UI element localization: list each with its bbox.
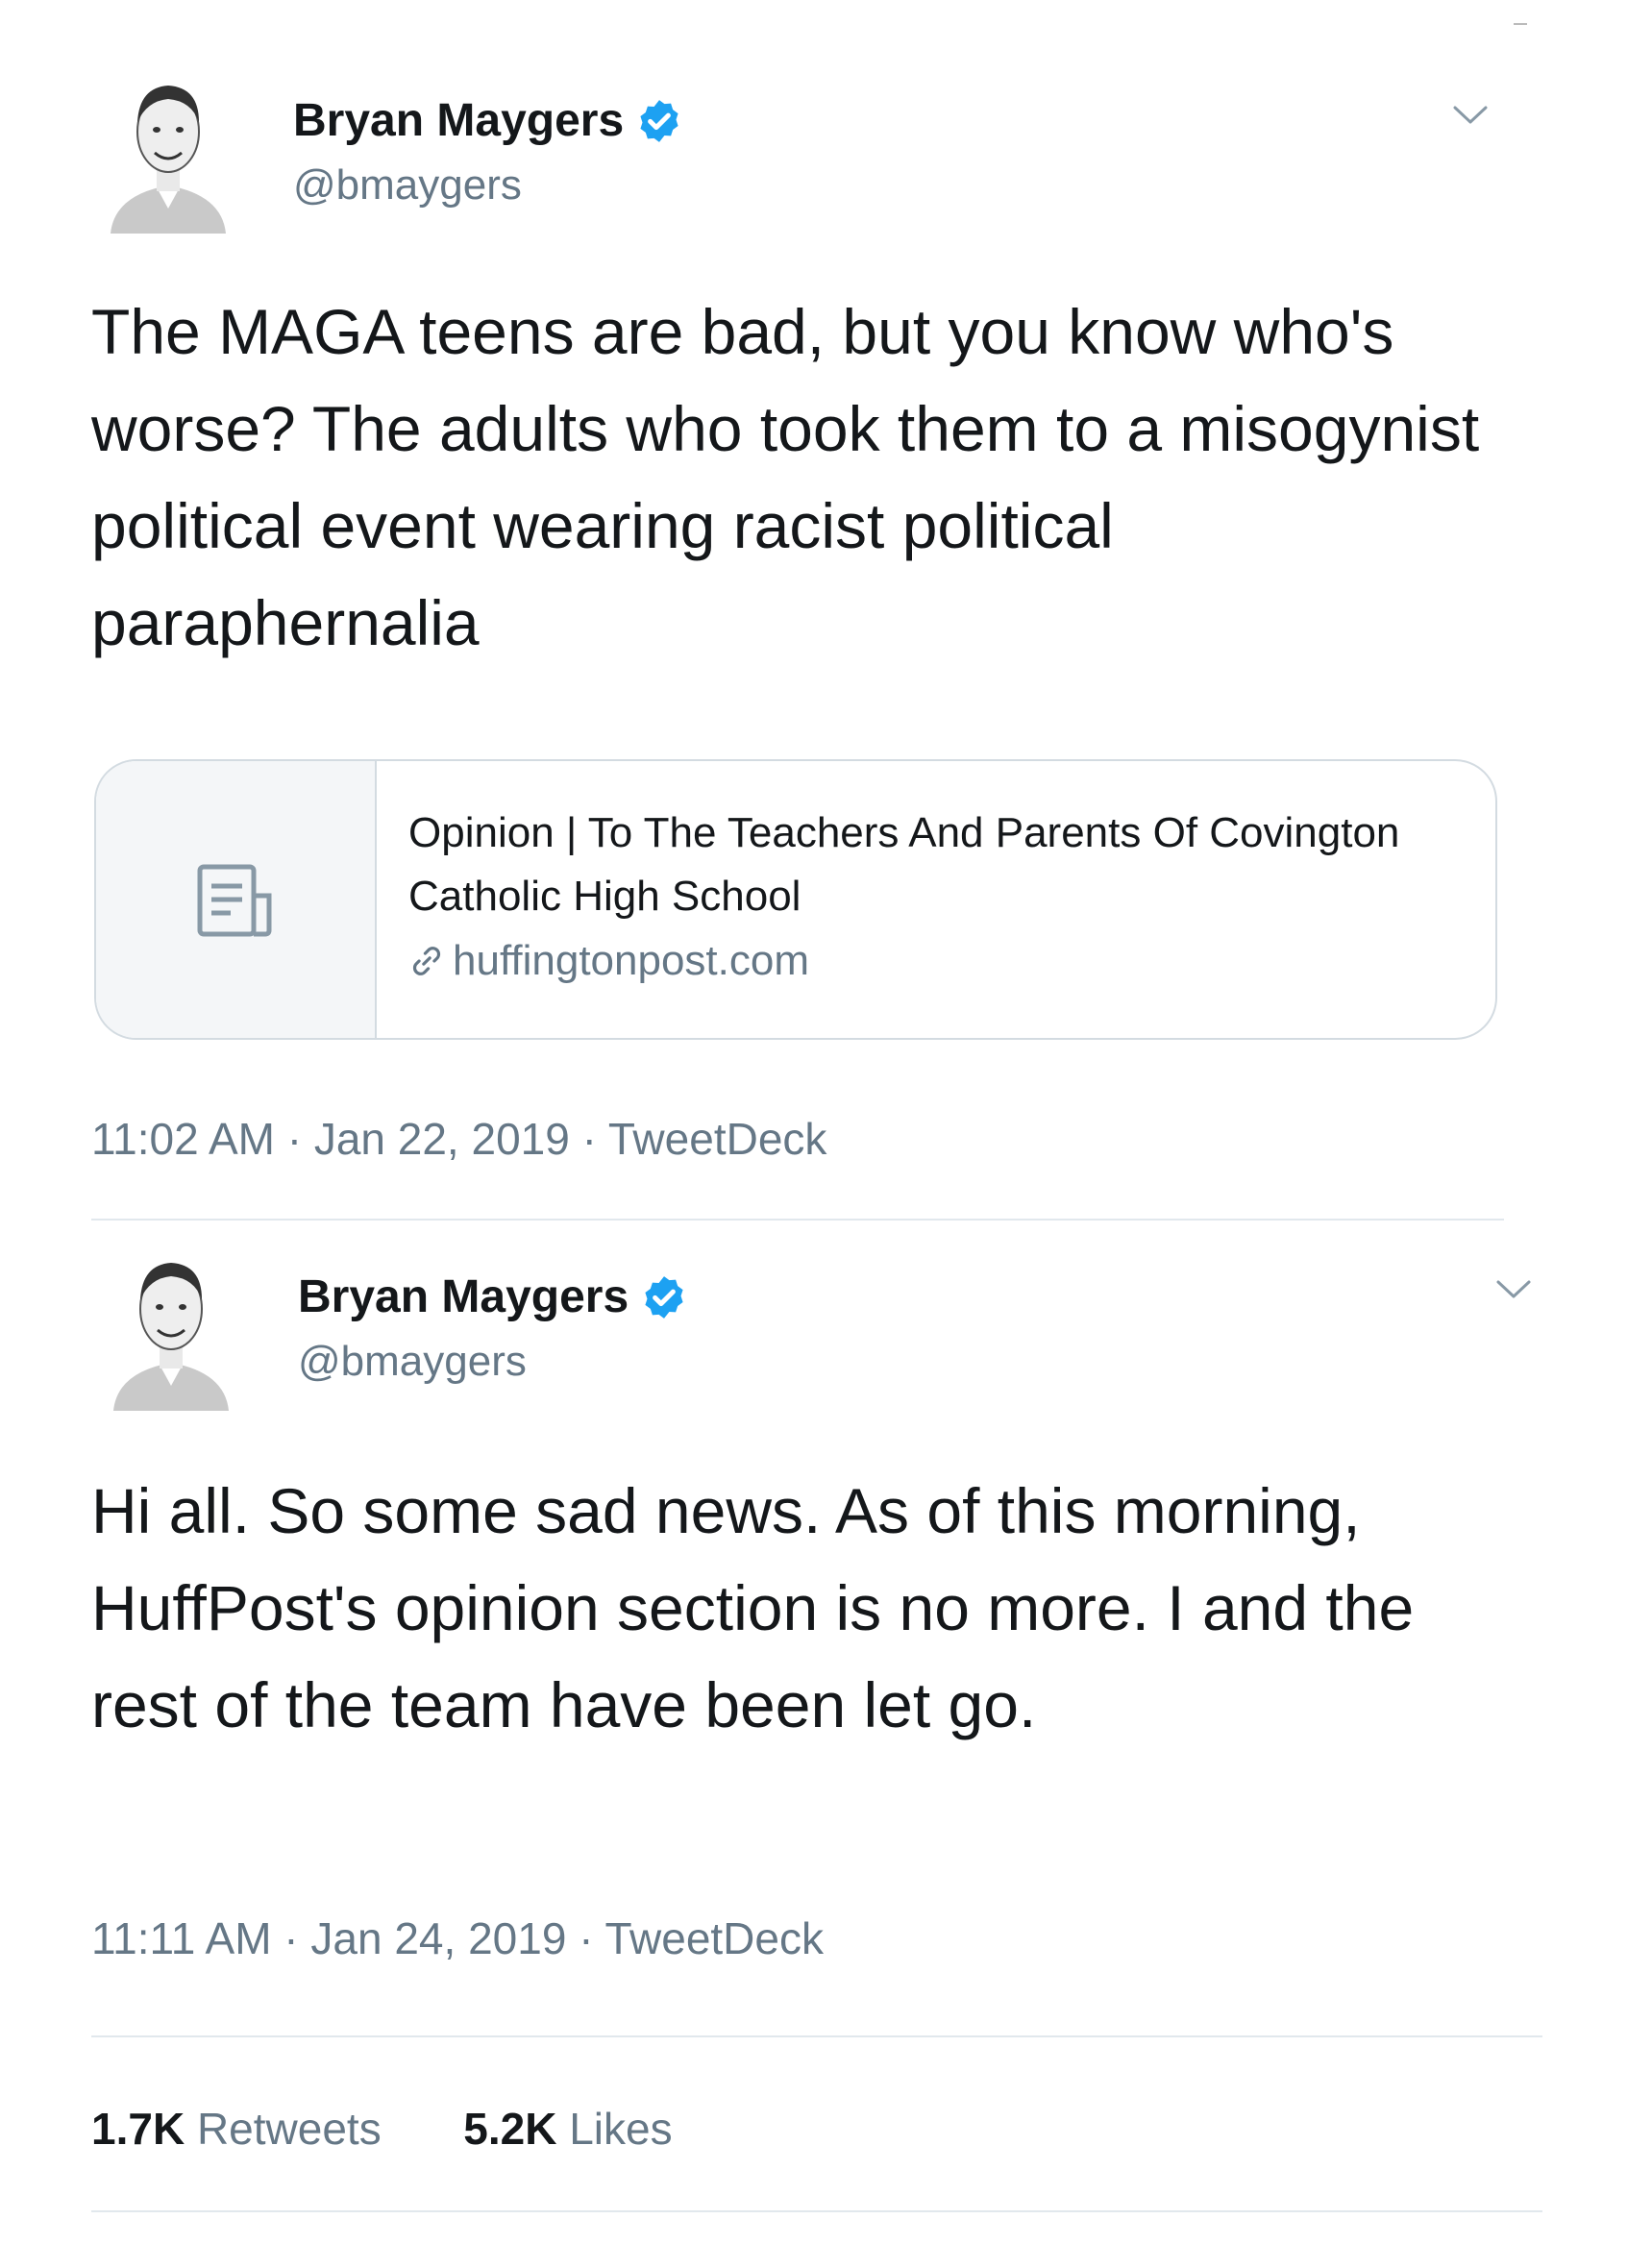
verified-badge-icon (645, 1275, 683, 1319)
tweet-timestamp[interactable]: 11:02 AM · Jan 22, 2019 · TweetDeck (91, 1113, 826, 1165)
author-name[interactable]: Bryan Maygers (293, 94, 624, 147)
author-row: Bryan Maygers (293, 94, 683, 147)
tweet-timestamp[interactable]: 11:11 AM · Jan 24, 2019 · TweetDeck (91, 1912, 824, 1964)
tweet-divider (91, 1219, 1504, 1221)
top-edge-mark (1514, 23, 1527, 25)
likes-label[interactable]: Likes (569, 2104, 672, 2154)
author-name[interactable]: Bryan Maygers (298, 1270, 629, 1323)
retweets-label[interactable]: Retweets (197, 2104, 382, 2154)
document-icon (197, 864, 272, 937)
tweet-text: Hi all. So some sad news. As of this mor… (91, 1475, 1415, 1740)
stats-divider-bottom (91, 2210, 1542, 2212)
verified-badge-icon (640, 99, 678, 142)
likes-count[interactable]: 5.2K (463, 2104, 556, 2154)
avatar[interactable] (101, 72, 235, 235)
chevron-down-icon[interactable] (1451, 104, 1490, 127)
link-card-title[interactable]: Opinion | To The Teachers And Parents Of… (408, 801, 1466, 928)
link-card-thumbnail (96, 761, 377, 1038)
stats-divider-top (91, 2035, 1542, 2037)
author-handle[interactable]: @bmaygers (298, 1338, 527, 1386)
engagement-stats: 1.7K Retweets 5.2K Likes (91, 2103, 673, 2155)
link-card-domain[interactable]: huffingtonpost.com (453, 932, 809, 990)
link-card-domain-row: huffingtonpost.com (408, 932, 1466, 990)
avatar[interactable] (104, 1249, 238, 1413)
link-card[interactable]: Opinion | To The Teachers And Parents Of… (94, 759, 1497, 1040)
author-row: Bryan Maygers (298, 1270, 688, 1323)
tweet-text: The MAGA teens are bad, but you know who… (91, 296, 1480, 658)
chevron-down-icon[interactable] (1494, 1278, 1533, 1301)
link-icon (412, 947, 441, 975)
retweets-count[interactable]: 1.7K (91, 2104, 185, 2154)
link-card-text: Opinion | To The Teachers And Parents Of… (408, 801, 1466, 990)
author-handle[interactable]: @bmaygers (293, 161, 522, 210)
